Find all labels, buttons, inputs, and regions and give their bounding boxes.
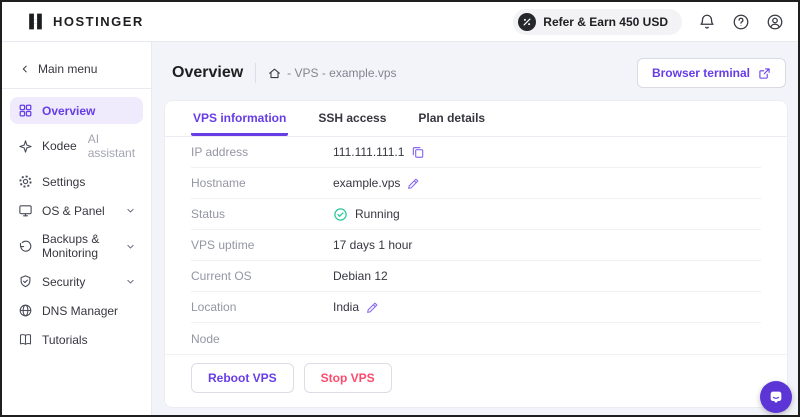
chat-widget-button[interactable] (760, 381, 792, 413)
sidebar-item-tutorials[interactable]: Tutorials (10, 326, 143, 353)
browser-terminal-label: Browser terminal (651, 66, 750, 80)
refer-earn-icon (518, 12, 537, 31)
dashboard-grid-icon (19, 104, 32, 117)
tab-vps-information[interactable]: VPS information (191, 101, 289, 136)
page-header: Overview - VPS - example.vps Browser ter… (164, 56, 788, 100)
sidebar-item-sublabel: AI assistant (87, 132, 136, 160)
sidebar-item-label: Tutorials (42, 332, 88, 347)
brand-name: HOSTINGER (53, 14, 144, 29)
vps-info-card: VPS information SSH access Plan details … (164, 100, 788, 408)
hostname-value: example.vps (333, 176, 401, 190)
tab-ssh-access[interactable]: SSH access (316, 101, 388, 136)
ip-address-value: 111.111.111.1 (333, 145, 405, 159)
sidebar-divider (2, 88, 151, 89)
vps-action-buttons: Reboot VPS Stop VPS (165, 354, 787, 407)
row-label: Status (191, 207, 226, 221)
sidebar-item-label: Settings (42, 174, 86, 189)
sidebar-item-kodee[interactable]: Kodee AI assistant (10, 126, 143, 166)
row-label: Node (191, 331, 220, 346)
refer-earn-label: Refer & Earn 450 USD (543, 14, 668, 29)
row-node: Node (191, 323, 761, 354)
row-status: Status Running (191, 199, 761, 230)
book-icon (19, 334, 32, 345)
row-current-os: Current OS Debian 12 (191, 261, 761, 292)
hostinger-logo[interactable]: HOSTINGER (26, 12, 144, 31)
gear-icon (19, 175, 32, 188)
stop-vps-button[interactable]: Stop VPS (303, 363, 392, 393)
status-running-icon (334, 207, 347, 221)
sidebar-item-overview[interactable]: Overview (10, 97, 143, 124)
sidebar-back-main-menu[interactable]: Main menu (2, 54, 151, 88)
refer-earn-button[interactable]: Refer & Earn 450 USD (513, 8, 682, 35)
shield-check-icon (20, 275, 31, 288)
header-divider (255, 63, 257, 83)
help-icon (733, 14, 749, 29)
chat-bubble-icon (770, 391, 782, 403)
row-label: Location (191, 300, 237, 314)
chevron-down-icon (127, 244, 134, 248)
sidebar-item-label: Kodee (42, 139, 77, 153)
breadcrumb: - VPS - example.vps (268, 66, 397, 80)
help-button[interactable] (732, 13, 750, 31)
main-content: Overview - VPS - example.vps Browser ter… (152, 42, 798, 415)
notifications-button[interactable] (698, 13, 716, 31)
sidebar-item-label: Backups & Monitoring (42, 232, 100, 260)
bell-icon (700, 14, 714, 29)
row-location: Location India (191, 292, 761, 323)
vps-info-rows: IP address 111.111.111.1 Hostname exampl… (165, 137, 787, 354)
sidebar: Main menu Overview Kodee AI assistant Se… (2, 42, 152, 415)
chevron-left-icon (22, 65, 27, 73)
sidebar-item-label: OS & Panel (42, 203, 105, 218)
sidebar-item-os-panel[interactable]: OS & Panel (10, 197, 143, 224)
copy-icon[interactable] (411, 145, 425, 159)
browser-terminal-button[interactable]: Browser terminal (636, 58, 786, 88)
status-value: Running (355, 207, 400, 221)
sparkle-icon (19, 139, 32, 153)
breadcrumb-text: - VPS - example.vps (287, 66, 397, 80)
sidebar-item-backups-monitoring[interactable]: Backups & Monitoring (10, 226, 143, 266)
row-label: Current OS (191, 269, 252, 283)
app-window: HOSTINGER Refer & Earn 450 USD Main menu… (0, 0, 800, 417)
globe-icon (19, 304, 32, 317)
account-button[interactable] (766, 13, 784, 31)
location-value: India (333, 300, 360, 314)
page-title: Overview (172, 64, 244, 81)
account-icon (767, 14, 783, 29)
home-icon[interactable] (268, 67, 281, 80)
edit-pencil-icon[interactable] (407, 177, 420, 190)
tab-plan-details[interactable]: Plan details (416, 101, 487, 136)
topbar-actions: Refer & Earn 450 USD (513, 8, 784, 35)
sidebar-item-settings[interactable]: Settings (10, 168, 143, 195)
row-hostname: Hostname example.vps (191, 168, 761, 199)
sidebar-back-label: Main menu (38, 62, 98, 76)
tab-bar: VPS information SSH access Plan details (165, 101, 787, 137)
topbar: HOSTINGER Refer & Earn 450 USD (2, 2, 798, 42)
sidebar-item-label: Security (42, 274, 86, 289)
external-link-icon (759, 67, 770, 79)
uptime-value: 17 days 1 hour (333, 238, 413, 252)
row-label: Hostname (191, 176, 246, 190)
sidebar-item-security[interactable]: Security (10, 268, 143, 295)
sidebar-item-dns-manager[interactable]: DNS Manager (10, 297, 143, 324)
sidebar-item-label: DNS Manager (42, 303, 119, 318)
sidebar-item-label: Overview (42, 103, 96, 118)
chevron-down-icon (127, 279, 134, 284)
row-label: VPS uptime (191, 238, 255, 252)
row-label: IP address (191, 145, 249, 159)
row-vps-uptime: VPS uptime 17 days 1 hour (191, 230, 761, 261)
monitor-icon (19, 205, 32, 217)
current-os-value: Debian 12 (333, 269, 388, 283)
row-ip-address: IP address 111.111.111.1 (191, 137, 761, 168)
chevron-down-icon (127, 208, 134, 213)
reboot-vps-button[interactable]: Reboot VPS (191, 363, 294, 393)
hostinger-logo-icon (29, 13, 42, 30)
edit-pencil-icon[interactable] (366, 301, 379, 314)
history-icon (19, 240, 32, 252)
